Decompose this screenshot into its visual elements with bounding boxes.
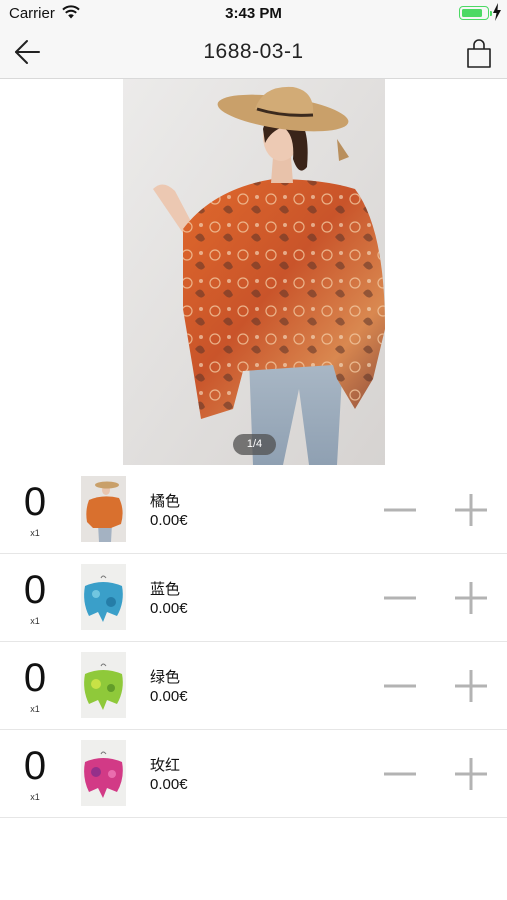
- variant-price: 0.00€: [150, 600, 188, 617]
- plus-icon: [455, 494, 487, 526]
- gallery-page-indicator: 1/4: [233, 434, 276, 455]
- plus-icon: [455, 758, 487, 790]
- charging-bolt-icon: [493, 3, 501, 21]
- variant-name: 橘色: [150, 492, 181, 510]
- navigation-bar: 1688-03-1: [0, 26, 507, 79]
- variant-thumbnail: [81, 652, 126, 718]
- minus-icon: [384, 772, 416, 776]
- quantity-multiplier: x1: [30, 704, 40, 714]
- battery-icon: [459, 6, 492, 20]
- status-bar: Carrier 3:43 PM: [0, 0, 507, 26]
- variant-row: 0 x1 绿色 0.00€: [0, 642, 507, 730]
- page-title: 1688-03-1: [203, 40, 304, 63]
- variant-row: 0 x1 玫红 0.00€: [0, 730, 507, 818]
- clock: 3:43 PM: [225, 5, 282, 22]
- cart-button[interactable]: [463, 36, 495, 70]
- decrement-button[interactable]: [382, 756, 418, 792]
- variant-row: 0 x1 蓝色 0.00€: [0, 554, 507, 642]
- variant-thumbnail: [81, 740, 126, 806]
- plus-icon: [455, 582, 487, 614]
- increment-button[interactable]: [453, 580, 489, 616]
- decrement-button[interactable]: [382, 580, 418, 616]
- variant-price: 0.00€: [150, 776, 188, 793]
- product-image[interactable]: [123, 79, 385, 465]
- plus-icon: [455, 670, 487, 702]
- variant-price: 0.00€: [150, 688, 188, 705]
- increment-button[interactable]: [453, 756, 489, 792]
- quantity-value: 0: [23, 568, 47, 612]
- shopping-bag-icon: [467, 39, 491, 68]
- minus-icon: [384, 596, 416, 600]
- decrement-button[interactable]: [382, 668, 418, 704]
- quantity-multiplier: x1: [30, 616, 40, 626]
- minus-icon: [384, 508, 416, 512]
- variant-list: 0 x1 橘色 0.00€ 0 x1 蓝色 0.00€ 0 x1 绿色 0.00…: [0, 466, 507, 818]
- variant-name: 绿色: [150, 668, 181, 686]
- minus-icon: [384, 684, 416, 688]
- decrement-button[interactable]: [382, 492, 418, 528]
- quantity-value: 0: [23, 656, 47, 700]
- variant-row: 0 x1 橘色 0.00€: [0, 466, 507, 554]
- variant-thumbnail: [81, 476, 126, 542]
- quantity-value: 0: [23, 480, 47, 524]
- variant-name: 玫红: [150, 756, 181, 774]
- battery-level: [462, 9, 483, 17]
- variant-name: 蓝色: [150, 580, 181, 598]
- variant-thumbnail: [81, 564, 126, 630]
- variant-price: 0.00€: [150, 512, 188, 529]
- increment-button[interactable]: [453, 492, 489, 528]
- increment-button[interactable]: [453, 668, 489, 704]
- quantity-multiplier: x1: [30, 792, 40, 802]
- quantity-multiplier: x1: [30, 528, 40, 538]
- quantity-value: 0: [23, 744, 47, 788]
- product-photo: [123, 79, 385, 465]
